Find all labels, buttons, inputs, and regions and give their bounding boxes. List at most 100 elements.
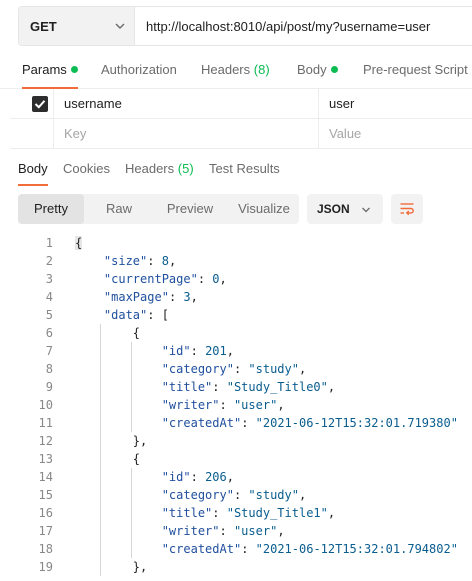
- line-number: 12: [38, 434, 53, 448]
- method-select[interactable]: GET: [19, 7, 135, 45]
- format-label: JSON: [317, 202, 350, 216]
- tab-pre-request-script[interactable]: Pre-request Script: [363, 53, 468, 89]
- chevron-down-icon: [362, 207, 370, 213]
- code-text: "category": "study",: [161, 362, 307, 376]
- view-mode-group: Pretty Raw Preview Visualize: [18, 194, 299, 224]
- code-lines: 1{2 "size": 8, 3 "currentPage": 0, 4 "maxP…: [0, 234, 472, 576]
- code-line: 19 },: [0, 558, 472, 576]
- tab-cookies[interactable]: Cookies: [63, 154, 110, 186]
- param-check-cell: [10, 89, 54, 119]
- code-line: 7 "id": 201,: [0, 342, 472, 360]
- code-line: 4 "maxPage": 3,: [0, 288, 472, 306]
- request-tabs: Params Authorization Headers (8) Body Pr…: [0, 53, 472, 89]
- param-value[interactable]: user: [319, 89, 472, 119]
- visualize-button[interactable]: Visualize: [230, 194, 298, 224]
- headers-count: (8): [253, 62, 270, 77]
- line-number: 8: [45, 362, 53, 376]
- tab-response-headers-label: Headers: [125, 161, 175, 176]
- code-text: "title": "Study_Title0",: [161, 380, 336, 394]
- line-number: 1: [45, 236, 53, 250]
- response-tabs: Body Cookies Headers (5) Test Results: [0, 154, 472, 186]
- param-checkbox[interactable]: [32, 96, 48, 112]
- code-text: "createdAt": "2021-06-12T15:32:01.719380…: [161, 416, 458, 430]
- line-number: 19: [38, 560, 53, 574]
- line-number: 15: [38, 488, 53, 502]
- code-text: {: [132, 452, 141, 466]
- tab-test-results[interactable]: Test Results: [209, 154, 280, 186]
- tab-cookies-label: Cookies: [63, 161, 110, 176]
- line-number: 7: [45, 344, 53, 358]
- code-line: 18 "createdAt": "2021-06-12T15:32:01.794…: [0, 540, 472, 558]
- code-text: "maxPage": 3,: [103, 290, 198, 304]
- raw-button[interactable]: Raw: [96, 194, 142, 224]
- tab-test-results-label: Test Results: [209, 161, 280, 176]
- code-text: "createdAt": "2021-06-12T15:32:01.794802…: [161, 542, 458, 556]
- tab-response-body-label: Body: [18, 161, 48, 176]
- code-text: "title": "Study_Title1",: [161, 506, 336, 520]
- code-text: "currentPage": 0,: [103, 272, 227, 286]
- code-line: 10 "writer": "user",: [0, 396, 472, 414]
- code-line: 2 "size": 8,: [0, 252, 472, 270]
- code-text: "category": "study",: [161, 488, 307, 502]
- code-line: 15 "category": "study",: [0, 486, 472, 504]
- code-text: "id": 201,: [161, 344, 234, 358]
- tab-response-body[interactable]: Body: [18, 154, 48, 186]
- line-number: 6: [45, 326, 53, 340]
- code-line: 14 "id": 206,: [0, 468, 472, 486]
- param-key-placeholder[interactable]: Key: [54, 119, 319, 149]
- pretty-button[interactable]: Pretty: [18, 194, 84, 224]
- params-indicator-dot: [70, 66, 78, 73]
- code-line: 16 "title": "Study_Title1",: [0, 504, 472, 522]
- tab-headers-label: Headers: [201, 62, 251, 77]
- code-line: 3 "currentPage": 0,: [0, 270, 472, 288]
- preview-button[interactable]: Preview: [150, 194, 230, 224]
- code-text: "id": 206,: [161, 470, 234, 484]
- param-row: username user: [10, 89, 472, 119]
- line-number: 17: [38, 524, 53, 538]
- code-text: },: [132, 434, 148, 448]
- code-line: 5 "data": [: [0, 306, 472, 324]
- tab-authorization[interactable]: Authorization: [101, 53, 177, 89]
- line-number: 16: [38, 506, 53, 520]
- tab-pre-request-label: Pre-request Script: [363, 62, 468, 77]
- tab-response-headers[interactable]: Headers (5): [125, 154, 194, 186]
- line-number: 5: [45, 308, 53, 322]
- response-body-viewer[interactable]: 1{2 "size": 8, 3 "currentPage": 0, 4 "maxP…: [0, 234, 472, 581]
- url-bar: GET http://localhost:8010/api/post/my?us…: [18, 6, 472, 46]
- wrap-lines-button[interactable]: [391, 194, 423, 224]
- tab-params[interactable]: Params: [22, 53, 78, 89]
- tab-params-label: Params: [22, 62, 67, 77]
- tab-headers[interactable]: Headers (8): [201, 53, 270, 89]
- param-value-placeholder[interactable]: Value: [319, 119, 472, 149]
- checkmark-icon: [34, 100, 46, 109]
- param-check-cell: [10, 119, 54, 149]
- code-line: 1{: [0, 234, 472, 252]
- tab-body-label: Body: [297, 62, 327, 77]
- code-line: 12 },: [0, 432, 472, 450]
- body-indicator-dot: [330, 66, 338, 73]
- line-number: 9: [45, 380, 53, 394]
- line-number: 11: [38, 416, 53, 430]
- code-line: 11 "createdAt": "2021-06-12T15:32:01.719…: [0, 414, 472, 432]
- code-text: "writer": "user",: [161, 398, 285, 412]
- param-row-empty: Key Value: [10, 119, 472, 149]
- tab-body[interactable]: Body: [297, 53, 338, 89]
- line-number: 18: [38, 542, 53, 556]
- param-key[interactable]: username: [54, 89, 319, 119]
- line-number: 14: [38, 470, 53, 484]
- url-input[interactable]: http://localhost:8010/api/post/my?userna…: [135, 7, 472, 45]
- method-label: GET: [30, 18, 57, 34]
- line-number: 4: [45, 290, 53, 304]
- code-text: "data": [: [103, 308, 169, 322]
- line-number: 3: [45, 272, 53, 286]
- code-line: 9 "title": "Study_Title0",: [0, 378, 472, 396]
- code-text: },: [132, 560, 148, 574]
- code-text: "size": 8,: [103, 254, 177, 268]
- code-text: "writer": "user",: [161, 524, 285, 538]
- format-select[interactable]: JSON: [307, 194, 383, 224]
- params-table: username user Key Value: [10, 89, 472, 149]
- code-line: 6 {: [0, 324, 472, 342]
- response-headers-count: (5): [177, 161, 194, 176]
- line-number: 10: [38, 398, 53, 412]
- code-line: 17 "writer": "user",: [0, 522, 472, 540]
